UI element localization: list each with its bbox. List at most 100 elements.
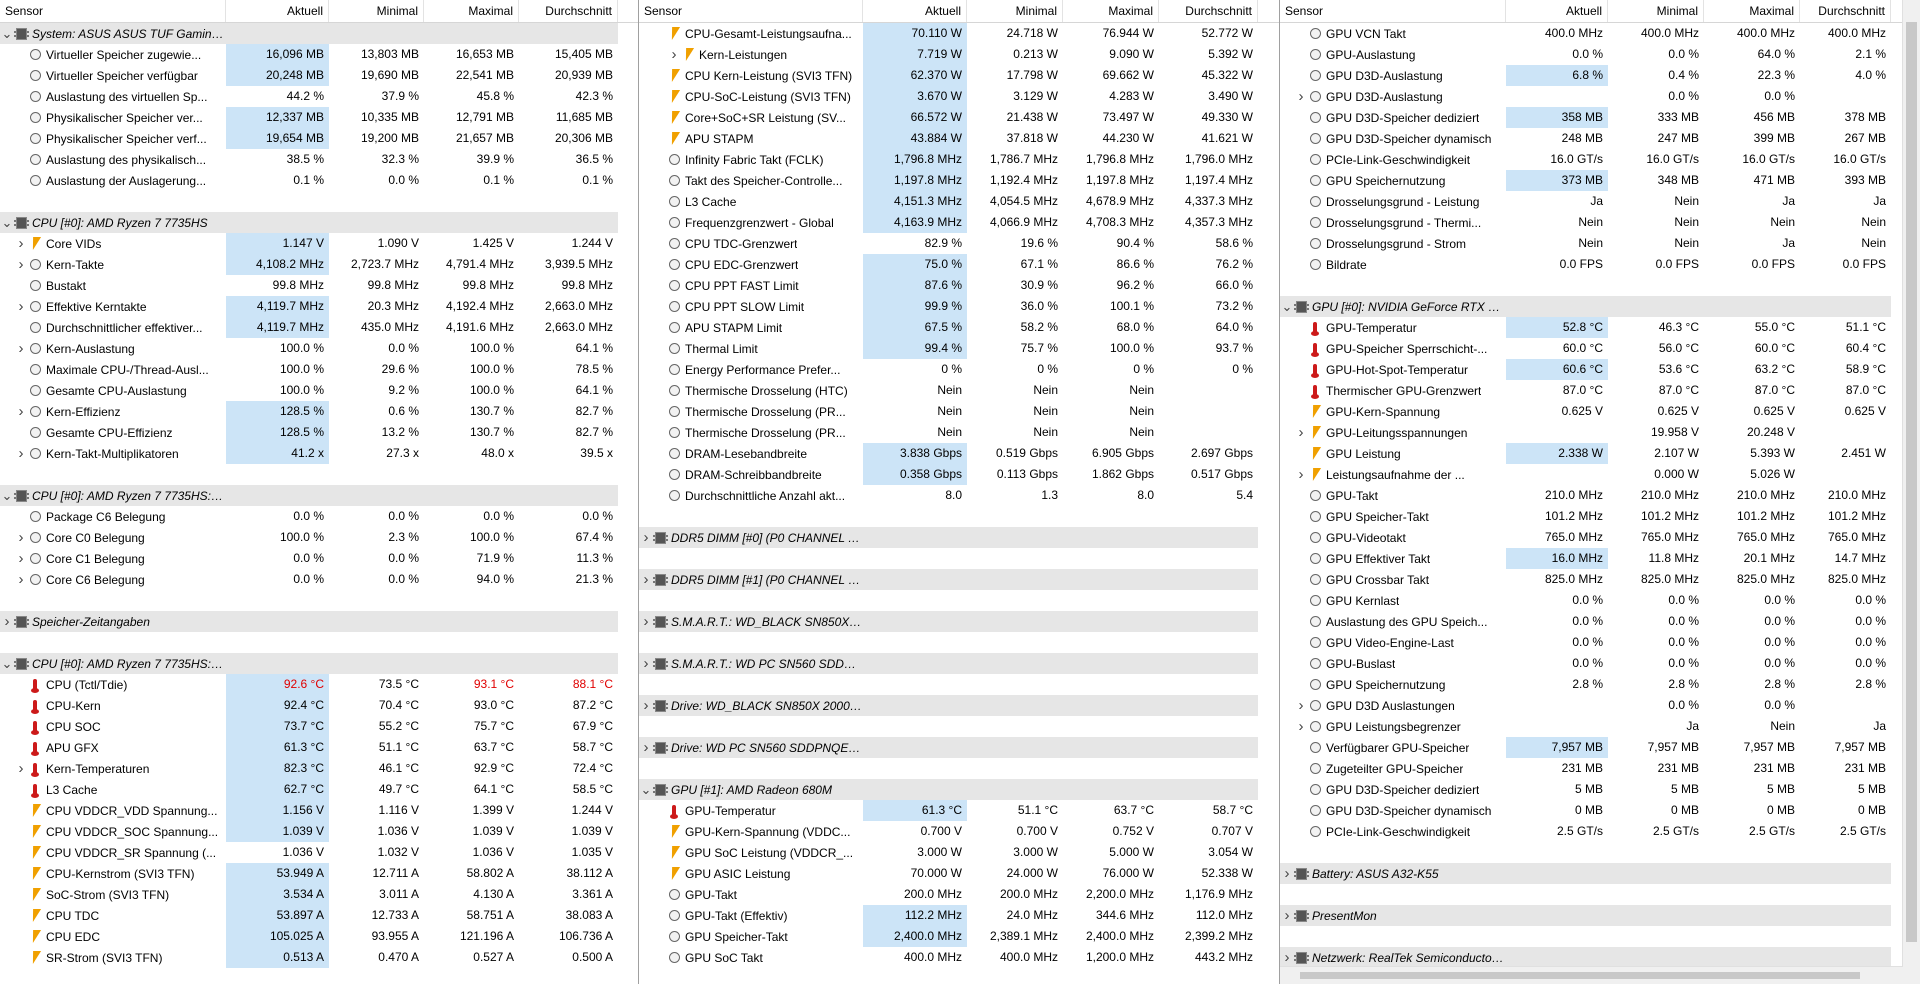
sensor-group-header[interactable]: ⌄ GPU [#0]: NVIDIA GeForce RTX 4060 Lapto… — [1280, 296, 1920, 317]
sensor-group-header[interactable]: › Battery: ASUS A32-K55 — [1280, 863, 1920, 884]
sensor-row[interactable]: GPU-Takt 200.0 MHz 200.0 MHz 2,200.0 MHz 1,1… — [639, 884, 1279, 905]
collapse-chevron-icon[interactable]: ⌄ — [0, 656, 14, 672]
sensor-row[interactable]: GPU SoC Takt 400.0 MHz 400.0 MHz 1,200.0 MH… — [639, 947, 1279, 968]
sensor-group-header[interactable]: ⌄ CPU [#0]: AMD Ryzen 7 7735HS: C-State B… — [0, 485, 638, 506]
sensor-row[interactable]: Takt des Speicher-Controlle... 1,197.8 MH… — [639, 170, 1279, 191]
sensor-row[interactable]: Thermische Drosselung (PR... Nein Nein Nein — [639, 422, 1279, 443]
column-header-maximal[interactable]: Maximal — [1704, 0, 1800, 22]
expand-chevron-icon[interactable]: › — [14, 340, 28, 357]
expand-chevron-icon[interactable]: › — [639, 613, 653, 630]
sensor-row[interactable]: › Kern-Auslastung 100.0 % 0.0 % 100.0 % 64.1 … — [0, 338, 638, 359]
sensor-row[interactable]: GPU-Speicher Sperrschicht-... 60.0 °C 56.0… — [1280, 338, 1920, 359]
expand-chevron-icon[interactable]: › — [1294, 466, 1308, 483]
sensor-row[interactable]: CPU VDDCR_SR Spannung (... 1.036 V 1.032 V… — [0, 842, 638, 863]
sensor-row[interactable]: GPU Speicher-Takt 2,400.0 MHz 2,389.1 MHz 2… — [639, 926, 1279, 947]
sensor-row[interactable]: GPU D3D-Auslastung 6.8 % 0.4 % 22.3 % 4.0 % — [1280, 65, 1920, 86]
column-header-sensor[interactable]: Sensor — [0, 0, 226, 22]
sensor-group-header[interactable]: › PresentMon — [1280, 905, 1920, 926]
sensor-group-header[interactable]: ⌄ CPU [#0]: AMD Ryzen 7 7735HS — [0, 212, 638, 233]
horizontal-scrollbar[interactable] — [1280, 966, 1903, 984]
sensor-row[interactable]: Thermische Drosselung (PR... Nein Nein Nein — [639, 401, 1279, 422]
sensor-row[interactable]: DRAM-Lesebandbreite 3.838 Gbps 0.519 Gbps 6… — [639, 443, 1279, 464]
sensor-row[interactable]: › GPU Leistungsbegrenzer Ja Nein Ja — [1280, 716, 1920, 737]
sensor-row[interactable]: GPU D3D-Speicher dynamisch 248 MB 247 MB 39… — [1280, 128, 1920, 149]
sensor-row[interactable]: CPU-Gesamt-Leistungsaufna... 70.110 W 24.7… — [639, 23, 1279, 44]
sensor-group-header[interactable]: ⌄ GPU [#1]: AMD Radeon 680M — [639, 779, 1279, 800]
sensor-row[interactable]: Virtueller Speicher zugewie... 16,096 MB 1… — [0, 44, 638, 65]
collapse-chevron-icon[interactable]: ⌄ — [0, 488, 14, 504]
sensor-row[interactable]: › GPU D3D-Auslastung 0.0 % 0.0 % — [1280, 86, 1920, 107]
sensor-row[interactable]: Verfügbarer GPU-Speicher 7,957 MB 7,957 MB… — [1280, 737, 1920, 758]
sensor-pane-1[interactable]: Sensor Aktuell Minimal Maximal Durchschnitt ⌄… — [0, 0, 639, 984]
expand-chevron-icon[interactable]: › — [0, 613, 14, 630]
column-header-minimal[interactable]: Minimal — [967, 0, 1063, 22]
sensor-row[interactable]: CPU VDDCR_VDD Spannung... 1.156 V 1.116 V 1… — [0, 800, 638, 821]
sensor-row[interactable]: GPU-Videotakt 765.0 MHz 765.0 MHz 765.0 MHz… — [1280, 527, 1920, 548]
sensor-row[interactable]: › Kern-Takte 4,108.2 MHz 2,723.7 MHz 4,791.4… — [0, 254, 638, 275]
expand-chevron-icon[interactable]: › — [1294, 424, 1308, 441]
sensor-row[interactable]: Durchschnittliche Anzahl akt... 8.0 1.3 8.0… — [639, 485, 1279, 506]
column-header-sensor[interactable]: Sensor — [1280, 0, 1506, 22]
sensor-row[interactable]: › GPU-Leitungsspannungen 19.958 V 20.248 V — [1280, 422, 1920, 443]
sensor-row[interactable]: GPU SoC Leistung (VDDCR_... 3.000 W 3.000 … — [639, 842, 1279, 863]
sensor-group-header[interactable]: › DDR5 DIMM [#1] (P0 CHANNEL B/DIMM 0) — [639, 569, 1279, 590]
sensor-row[interactable]: › Leistungsaufnahme der ... 0.000 W 5.026 W — [1280, 464, 1920, 485]
sensor-row[interactable]: › Kern-Takt-Multiplikatoren 41.2 x 27.3 x 48… — [0, 443, 638, 464]
column-header-minimal[interactable]: Minimal — [1608, 0, 1704, 22]
sensor-group-header[interactable]: › Drive: WD PC SN560 SDDPNQE-1T00-1002 (2… — [639, 737, 1279, 758]
sensor-row[interactable]: Energy Performance Prefer... 0 % 0 % 0 % 0 % — [639, 359, 1279, 380]
expand-chevron-icon[interactable]: › — [14, 445, 28, 462]
sensor-row[interactable]: › Core C0 Belegung 100.0 % 2.3 % 100.0 % 67.4… — [0, 527, 638, 548]
sensor-row[interactable]: Durchschnittlicher effektiver... 4,119.7 … — [0, 317, 638, 338]
sensor-row[interactable]: L3 Cache 4,151.3 MHz 4,054.5 MHz 4,678.9 MH… — [639, 191, 1279, 212]
sensor-pane-2[interactable]: Sensor Aktuell Minimal Maximal Durchschnitt C… — [639, 0, 1280, 984]
expand-chevron-icon[interactable]: › — [639, 529, 653, 546]
sensor-row[interactable]: CPU PPT SLOW Limit 99.9 % 36.0 % 100.1 % 73.… — [639, 296, 1279, 317]
sensor-row[interactable]: GPU Speichernutzung 373 MB 348 MB 471 MB 393… — [1280, 170, 1920, 191]
sensor-row[interactable]: Thermal Limit 99.4 % 75.7 % 100.0 % 93.7 % — [639, 338, 1279, 359]
sensor-row[interactable]: CPU VDDCR_SOC Spannung... 1.039 V 1.036 V 1… — [0, 821, 638, 842]
sensor-row[interactable]: GPU D3D-Speicher dediziert 358 MB 333 MB 45… — [1280, 107, 1920, 128]
sensor-row[interactable]: PCIe-Link-Geschwindigkeit 16.0 GT/s 16.0 G… — [1280, 149, 1920, 170]
sensor-row[interactable]: PCIe-Link-Geschwindigkeit 2.5 GT/s 2.5 GT/… — [1280, 821, 1920, 842]
sensor-group-header[interactable]: ⌄ System: ASUS ASUS TUF Gaming A15 FA507N… — [0, 23, 638, 44]
sensor-row[interactable]: Auslastung der Auslagerung... 0.1 % 0.0 % 0… — [0, 170, 638, 191]
column-header-maximal[interactable]: Maximal — [1063, 0, 1159, 22]
sensor-row[interactable]: Drosselungsgrund - Strom Nein Nein Ja Nein — [1280, 233, 1920, 254]
sensor-row[interactable]: › Core VIDs 1.147 V 1.090 V 1.425 V 1.244 V — [0, 233, 638, 254]
column-header-durchschnitt[interactable]: Durchschnitt — [519, 0, 618, 22]
sensor-row[interactable]: Core+SoC+SR Leistung (SV... 66.572 W 21.43… — [639, 107, 1279, 128]
sensor-row[interactable]: Infinity Fabric Takt (FCLK) 1,796.8 MHz 1,… — [639, 149, 1279, 170]
sensor-row[interactable]: Bustakt 99.8 MHz 99.8 MHz 99.8 MHz 99.8 MHz — [0, 275, 638, 296]
sensor-group-header[interactable]: › Speicher-Zeitangaben — [0, 611, 638, 632]
sensor-row[interactable]: › Core C6 Belegung 0.0 % 0.0 % 94.0 % 21.3 % — [0, 569, 638, 590]
sensor-row[interactable]: GPU Speicher-Takt 101.2 MHz 101.2 MHz 101.2… — [1280, 506, 1920, 527]
sensor-group-header[interactable]: ⌄ CPU [#0]: AMD Ryzen 7 7735HS: Enhanced — [0, 653, 638, 674]
vertical-scrollbar[interactable] — [1902, 0, 1920, 984]
column-header-aktuell[interactable]: Aktuell — [863, 0, 967, 22]
expand-chevron-icon[interactable]: › — [1294, 718, 1308, 735]
sensor-row[interactable]: GPU ASIC Leistung 70.000 W 24.000 W 76.000 … — [639, 863, 1279, 884]
column-header-sensor[interactable]: Sensor — [639, 0, 863, 22]
collapse-chevron-icon[interactable]: ⌄ — [0, 26, 14, 42]
sensor-row[interactable]: APU STAPM Limit 67.5 % 58.2 % 68.0 % 64.0 % — [639, 317, 1279, 338]
sensor-row[interactable]: Thermische Drosselung (HTC) Nein Nein Nein — [639, 380, 1279, 401]
sensor-row[interactable]: CPU SOC 73.7 °C 55.2 °C 75.7 °C 67.9 °C — [0, 716, 638, 737]
sensor-row[interactable]: CPU TDC 53.897 A 12.733 A 58.751 A 38.083 A — [0, 905, 638, 926]
sensor-group-header[interactable]: › DDR5 DIMM [#0] (P0 CHANNEL A/DIMM 0) — [639, 527, 1279, 548]
expand-chevron-icon[interactable]: › — [14, 235, 28, 252]
sensor-row[interactable]: GPU VCN Takt 400.0 MHz 400.0 MHz 400.0 MHz 4… — [1280, 23, 1920, 44]
sensor-group-header[interactable]: › Netzwerk: RealTek Semiconductor RTL8168… — [1280, 947, 1920, 968]
expand-chevron-icon[interactable]: › — [1294, 697, 1308, 714]
sensor-row[interactable]: DRAM-Schreibbandbreite 0.358 Gbps 0.113 Gb… — [639, 464, 1279, 485]
sensor-row[interactable]: CPU EDC-Grenzwert 75.0 % 67.1 % 86.6 % 76.2 … — [639, 254, 1279, 275]
sensor-pane-3[interactable]: Sensor Aktuell Minimal Maximal Durchschnitt G… — [1280, 0, 1920, 984]
collapse-chevron-icon[interactable]: ⌄ — [1280, 299, 1294, 315]
sensor-row[interactable]: GPU-Auslastung 0.0 % 0.0 % 64.0 % 2.1 % — [1280, 44, 1920, 65]
sensor-row[interactable]: CPU Kern-Leistung (SVI3 TFN) 62.370 W 17.7… — [639, 65, 1279, 86]
sensor-row[interactable]: GPU Speichernutzung 2.8 % 2.8 % 2.8 % 2.8 % — [1280, 674, 1920, 695]
sensor-row[interactable]: CPU TDC-Grenzwert 82.9 % 19.6 % 90.4 % 58.6 … — [639, 233, 1279, 254]
column-header-maximal[interactable]: Maximal — [424, 0, 519, 22]
expand-chevron-icon[interactable]: › — [14, 256, 28, 273]
expand-chevron-icon[interactable]: › — [1280, 907, 1294, 924]
